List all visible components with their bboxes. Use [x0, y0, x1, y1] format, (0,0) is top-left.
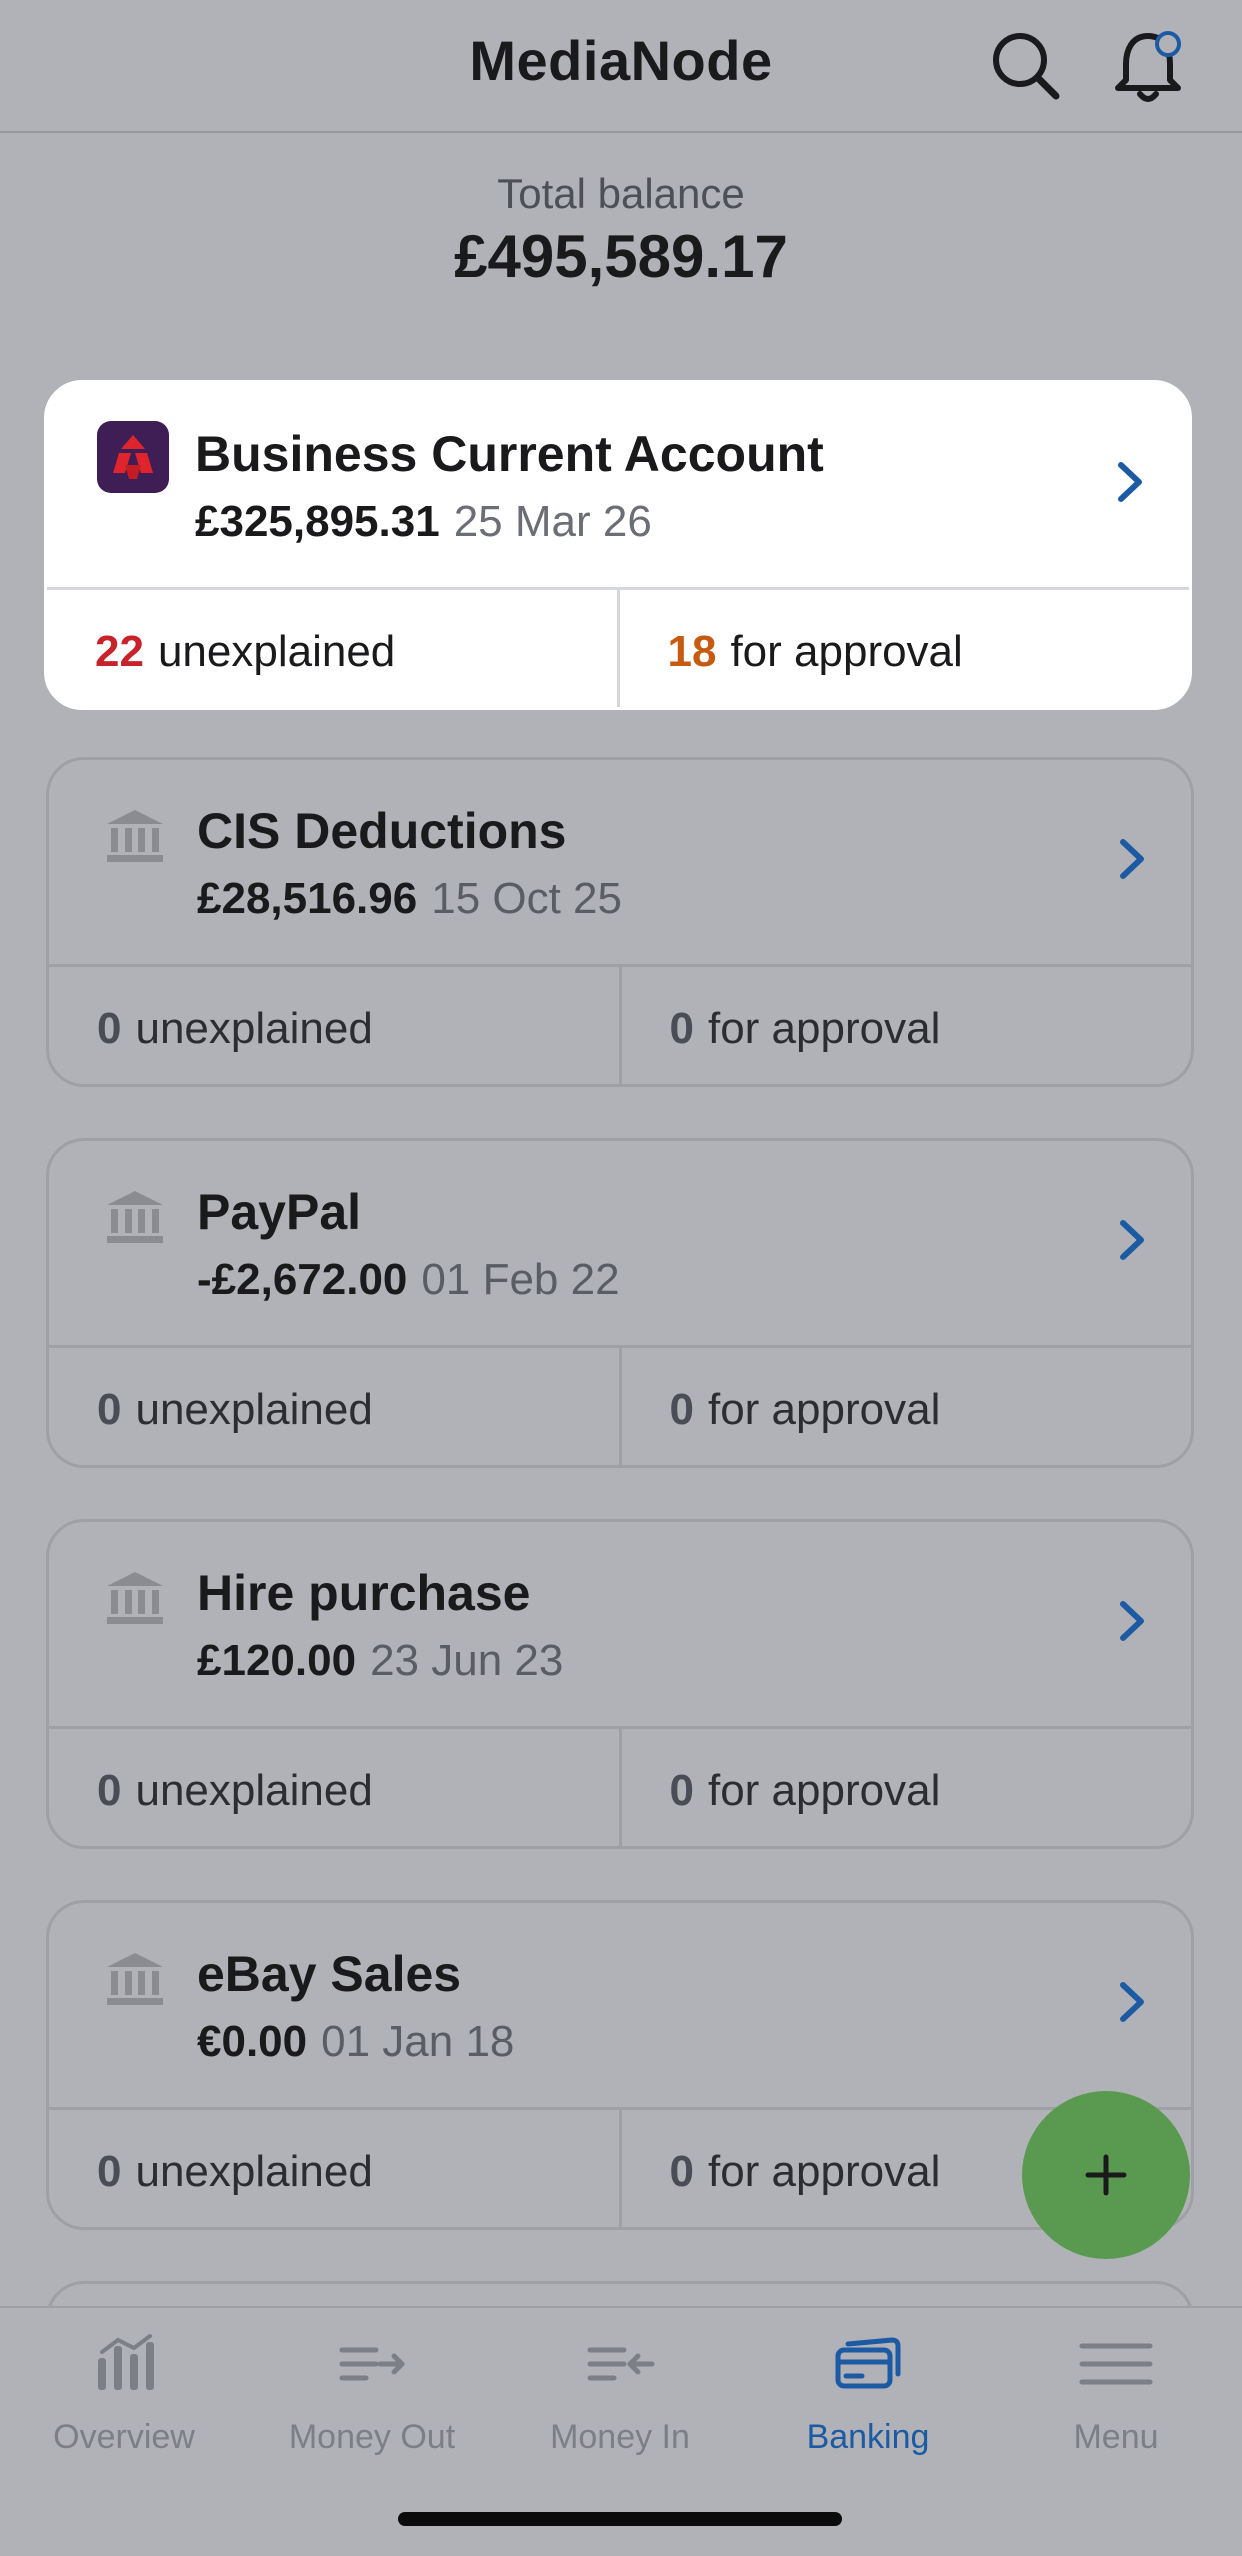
approval-label: for approval [707, 1003, 941, 1053]
unexplained-link[interactable]: 0 unexplained [49, 2110, 619, 2227]
account-name: Hire purchase [197, 1565, 531, 1621]
account-balance: £120.00 23 Jun 23 [197, 1636, 563, 1686]
tab-label: Money Out [288, 2418, 456, 2456]
bank-icon [107, 1953, 163, 2005]
banking-screen: MediaNode Total balance £495,589.17 Busi [0, 0, 1242, 2556]
money-out-icon [339, 2347, 405, 2381]
money-in-icon [587, 2347, 655, 2381]
account-card-stats: 0 unexplained 0 for approval [49, 2107, 1191, 2227]
unexplained-count: 0 [97, 1003, 122, 1053]
approval-label: for approval [707, 2146, 941, 2196]
account-name: eBay Sales [197, 1946, 462, 2002]
tab-banking[interactable]: Banking [744, 2332, 992, 2492]
approval-label: for approval [730, 626, 963, 676]
tab-overview[interactable]: Overview [0, 2332, 248, 2492]
for-approval-link[interactable]: 18 for approval [616, 590, 1190, 707]
overview-icon [98, 2334, 154, 2390]
account-card-header[interactable]: eBay Sales €0.00 01 Jan 18 [49, 1903, 1191, 2107]
bank-icon [107, 1191, 163, 1243]
chevron-right-icon[interactable] [1111, 457, 1147, 507]
tab-money-in[interactable]: Money In [496, 2332, 744, 2492]
account-card-cis-deductions[interactable]: CIS Deductions £28,516.96 15 Oct 25 0 une… [46, 757, 1194, 1087]
account-card-stats: 0 unexplained 0 for approval [49, 1345, 1192, 1465]
app-header: MediaNode [0, 0, 1242, 133]
account-balance: £28,516.96 15 Oct 25 [197, 874, 622, 924]
account-card-header[interactable]: CIS Deductions £28,516.96 15 Oct 25 [49, 760, 1191, 964]
bell-icon[interactable] [1110, 28, 1186, 104]
unexplained-link[interactable]: 0 unexplained [49, 967, 619, 1084]
unexplained-label: unexplained [157, 626, 396, 676]
account-balance-value: €0.00 [197, 2017, 308, 2066]
account-card-business-current[interactable]: Business Current Account £325,895.31 25 M… [44, 380, 1192, 710]
unexplained-link[interactable]: 0 unexplained [49, 1729, 619, 1846]
bank-icon [107, 1572, 163, 1624]
add-fab-button[interactable] [1022, 2091, 1190, 2259]
unexplained-count: 0 [97, 2146, 122, 2196]
account-balance: €0.00 01 Jan 18 [197, 2017, 514, 2067]
approval-count: 0 [669, 1384, 694, 1434]
account-card-header[interactable]: Business Current Account £325,895.31 25 M… [47, 383, 1189, 587]
unexplained-label: unexplained [135, 1765, 373, 1815]
account-date: 15 Oct 25 [431, 874, 622, 923]
chevron-right-icon[interactable] [1113, 1977, 1149, 2027]
account-balance: £325,895.31 25 Mar 26 [195, 497, 652, 547]
account-card-header[interactable]: PayPal -£2,672.00 01 Feb 22 [49, 1141, 1191, 1345]
home-indicator[interactable] [398, 2512, 842, 2526]
account-card-stats: 0 unexplained 0 for approval [49, 1726, 1192, 1846]
account-balance-value: £120.00 [197, 1636, 357, 1685]
account-card-header[interactable]: Hire purchase £120.00 23 Jun 23 [49, 1522, 1191, 1726]
for-approval-link[interactable]: 0 for approval [618, 1348, 1192, 1465]
unexplained-label: unexplained [135, 2146, 373, 2196]
approval-count: 0 [669, 2146, 694, 2196]
account-name: CIS Deductions [197, 803, 567, 859]
bank-icon [107, 810, 163, 862]
tab-label: Menu [1073, 2418, 1159, 2456]
unexplained-link[interactable]: 22 unexplained [47, 590, 617, 707]
account-card-stats: 0 unexplained 0 for approval [49, 964, 1192, 1084]
unexplained-count: 0 [97, 1765, 122, 1815]
search-icon[interactable] [988, 28, 1064, 104]
tab-label: Overview [53, 2418, 195, 2456]
natwest-logo-icon [97, 421, 169, 493]
account-date: 01 Feb 22 [421, 1255, 620, 1304]
account-card-stats: 22 unexplained 18 for approval [47, 587, 1190, 707]
unexplained-count: 22 [95, 626, 144, 676]
approval-count: 0 [669, 1765, 694, 1815]
account-card-paypal[interactable]: PayPal -£2,672.00 01 Feb 22 0 unexplained… [46, 1138, 1194, 1468]
account-card-hire-purchase[interactable]: Hire purchase £120.00 23 Jun 23 0 unexpla… [46, 1519, 1194, 1849]
account-balance-value: £325,895.31 [195, 497, 440, 546]
tab-label: Money In [550, 2418, 690, 2456]
unexplained-link[interactable]: 0 unexplained [49, 1348, 619, 1465]
for-approval-link[interactable]: 0 for approval [618, 967, 1192, 1084]
approval-label: for approval [707, 1765, 941, 1815]
approval-count: 0 [669, 1003, 694, 1053]
approval-count: 18 [667, 626, 717, 676]
account-balance: -£2,672.00 01 Feb 22 [197, 1255, 620, 1305]
plus-icon [1085, 2154, 1127, 2196]
tab-money-out[interactable]: Money Out [248, 2332, 496, 2492]
account-date: 23 Jun 23 [370, 1636, 564, 1685]
unexplained-count: 0 [97, 1384, 122, 1434]
total-balance-label: Total balance [497, 170, 745, 217]
chevron-right-icon[interactable] [1113, 1596, 1149, 1646]
unexplained-label: unexplained [135, 1384, 373, 1434]
account-balance-value: £28,516.96 [197, 874, 418, 923]
banking-icon [835, 2337, 901, 2389]
account-date: 25 Mar 26 [453, 497, 652, 546]
chevron-right-icon[interactable] [1113, 834, 1149, 884]
account-name: Business Current Account [195, 426, 824, 482]
account-date: 01 Jan 18 [321, 2017, 515, 2066]
tab-menu[interactable]: Menu [992, 2332, 1240, 2492]
tab-label: Banking [806, 2418, 930, 2456]
account-name: PayPal [197, 1184, 362, 1240]
chevron-right-icon[interactable] [1113, 1215, 1149, 1265]
account-balance-value: -£2,672.00 [197, 1255, 408, 1304]
approval-label: for approval [707, 1384, 941, 1434]
total-balance-value: £495,589.17 [454, 223, 788, 290]
for-approval-link[interactable]: 0 for approval [618, 1729, 1192, 1846]
menu-icon [1079, 2343, 1153, 2385]
unexplained-label: unexplained [135, 1003, 373, 1053]
